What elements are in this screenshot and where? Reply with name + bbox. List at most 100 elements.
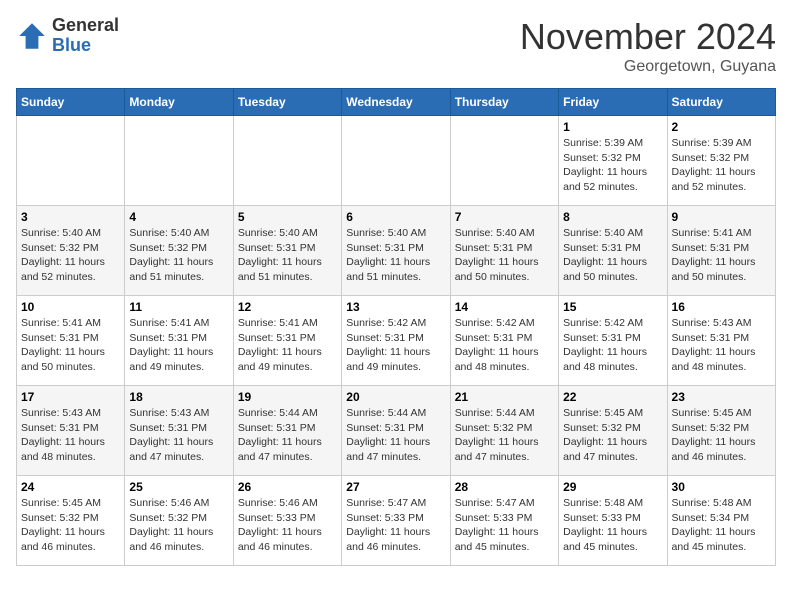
day-number: 26 [238,480,337,494]
day-info: Sunrise: 5:48 AM Sunset: 5:33 PM Dayligh… [563,496,662,555]
calendar-cell: 3Sunrise: 5:40 AM Sunset: 5:32 PM Daylig… [17,206,125,296]
day-number: 6 [346,210,445,224]
calendar-cell: 14 Sunrise: 5:42 AM Sunset: 5:31 PM Dayli… [450,296,558,386]
calendar-body: 1 Sunrise: 5:39 AM Sunset: 5:32 PM Daylig… [17,116,776,566]
day-number: 11 [129,300,228,314]
day-info: Sunrise: 5:40 AM Sunset: 5:31 PM Dayligh… [455,226,554,285]
day-number: 4 [129,210,228,224]
calendar-cell: 15Sunrise: 5:42 AM Sunset: 5:31 PM Dayli… [559,296,667,386]
day-info: Sunrise: 5:46 AM Sunset: 5:32 PM Dayligh… [129,496,228,555]
day-number: 2 [672,120,771,134]
day-number: 25 [129,480,228,494]
day-info: Sunrise: 5:41 AM Sunset: 5:31 PM Dayligh… [21,316,120,375]
day-info: Sunrise: 5:45 AM Sunset: 5:32 PM Dayligh… [21,496,120,555]
day-info: Sunrise: 5:41 AM Sunset: 5:31 PM Dayligh… [672,226,771,285]
day-number: 19 [238,390,337,404]
day-number: 5 [238,210,337,224]
day-number: 24 [21,480,120,494]
calendar-cell: 28 Sunrise: 5:47 AM Sunset: 5:33 PM Dayli… [450,476,558,566]
day-info: Sunrise: 5:42 AM Sunset: 5:31 PM Dayligh… [346,316,445,375]
weekday-header: Tuesday [233,89,341,116]
day-number: 13 [346,300,445,314]
day-number: 18 [129,390,228,404]
day-number: 17 [21,390,120,404]
calendar-cell: 12Sunrise: 5:41 AM Sunset: 5:31 PM Dayli… [233,296,341,386]
day-info: Sunrise: 5:43 AM Sunset: 5:31 PM Dayligh… [129,406,228,465]
day-info: Sunrise: 5:41 AM Sunset: 5:31 PM Dayligh… [129,316,228,375]
day-number: 1 [563,120,662,134]
day-number: 7 [455,210,554,224]
day-number: 20 [346,390,445,404]
calendar-cell [450,116,558,206]
calendar-cell [125,116,233,206]
calendar-cell: 17 Sunrise: 5:43 AM Sunset: 5:31 PM Dayli… [17,386,125,476]
calendar-table: SundayMondayTuesdayWednesdayThursdayFrid… [16,88,776,566]
location: Georgetown, Guyana [520,58,776,76]
calendar-header: SundayMondayTuesdayWednesdayThursdayFrid… [17,89,776,116]
day-number: 14 [455,300,554,314]
calendar-cell: 18 Sunrise: 5:43 AM Sunset: 5:31 PM Dayli… [125,386,233,476]
day-info: Sunrise: 5:44 AM Sunset: 5:32 PM Dayligh… [455,406,554,465]
weekday-header: Sunday [17,89,125,116]
day-number: 21 [455,390,554,404]
day-number: 28 [455,480,554,494]
day-info: Sunrise: 5:39 AM Sunset: 5:32 PM Dayligh… [672,136,771,195]
weekday-header-row: SundayMondayTuesdayWednesdayThursdayFrid… [17,89,776,116]
calendar-cell: 19 Sunrise: 5:44 AM Sunset: 5:31 PM Dayli… [233,386,341,476]
calendar-cell: 9Sunrise: 5:41 AM Sunset: 5:31 PM Daylig… [667,206,775,296]
day-info: Sunrise: 5:45 AM Sunset: 5:32 PM Dayligh… [672,406,771,465]
calendar-cell: 30Sunrise: 5:48 AM Sunset: 5:34 PM Dayli… [667,476,775,566]
calendar-cell [233,116,341,206]
weekday-header: Thursday [450,89,558,116]
day-info: Sunrise: 5:44 AM Sunset: 5:31 PM Dayligh… [346,406,445,465]
day-number: 16 [672,300,771,314]
calendar-cell: 20 Sunrise: 5:44 AM Sunset: 5:31 PM Dayli… [342,386,450,476]
calendar-cell: 23Sunrise: 5:45 AM Sunset: 5:32 PM Dayli… [667,386,775,476]
calendar-cell: 16 Sunrise: 5:43 AM Sunset: 5:31 PM Dayli… [667,296,775,386]
day-number: 3 [21,210,120,224]
calendar-cell [17,116,125,206]
calendar-cell: 6Sunrise: 5:40 AM Sunset: 5:31 PM Daylig… [342,206,450,296]
calendar-cell: 11 Sunrise: 5:41 AM Sunset: 5:31 PM Dayli… [125,296,233,386]
day-number: 29 [563,480,662,494]
day-info: Sunrise: 5:44 AM Sunset: 5:31 PM Dayligh… [238,406,337,465]
logo-text: General Blue [52,16,119,56]
title-area: November 2024 Georgetown, Guyana [520,16,776,76]
day-info: Sunrise: 5:47 AM Sunset: 5:33 PM Dayligh… [455,496,554,555]
day-info: Sunrise: 5:42 AM Sunset: 5:31 PM Dayligh… [455,316,554,375]
calendar-cell: 10Sunrise: 5:41 AM Sunset: 5:31 PM Dayli… [17,296,125,386]
day-info: Sunrise: 5:41 AM Sunset: 5:31 PM Dayligh… [238,316,337,375]
calendar-cell: 25 Sunrise: 5:46 AM Sunset: 5:32 PM Dayli… [125,476,233,566]
calendar-cell: 7 Sunrise: 5:40 AM Sunset: 5:31 PM Daylig… [450,206,558,296]
weekday-header: Friday [559,89,667,116]
calendar-cell: 27 Sunrise: 5:47 AM Sunset: 5:33 PM Dayli… [342,476,450,566]
calendar-cell: 1 Sunrise: 5:39 AM Sunset: 5:32 PM Daylig… [559,116,667,206]
day-info: Sunrise: 5:40 AM Sunset: 5:31 PM Dayligh… [238,226,337,285]
day-number: 22 [563,390,662,404]
calendar-week-row: 17 Sunrise: 5:43 AM Sunset: 5:31 PM Dayli… [17,386,776,476]
calendar-week-row: 3 Sunrise: 5:40 AM Sunset: 5:32 PM Daylig… [17,206,776,296]
page-header: General Blue November 2024 Georgetown, G… [16,16,776,76]
calendar-cell: 13 Sunrise: 5:42 AM Sunset: 5:31 PM Dayli… [342,296,450,386]
calendar-cell: 21 Sunrise: 5:44 AM Sunset: 5:32 PM Dayli… [450,386,558,476]
logo-icon [16,20,48,52]
logo: General Blue [16,16,119,56]
day-info: Sunrise: 5:43 AM Sunset: 5:31 PM Dayligh… [672,316,771,375]
day-info: Sunrise: 5:47 AM Sunset: 5:33 PM Dayligh… [346,496,445,555]
calendar-cell: 24 Sunrise: 5:45 AM Sunset: 5:32 PM Dayli… [17,476,125,566]
day-info: Sunrise: 5:40 AM Sunset: 5:32 PM Dayligh… [129,226,228,285]
calendar-week-row: 24 Sunrise: 5:45 AM Sunset: 5:32 PM Dayli… [17,476,776,566]
day-info: Sunrise: 5:43 AM Sunset: 5:31 PM Dayligh… [21,406,120,465]
day-number: 30 [672,480,771,494]
day-info: Sunrise: 5:45 AM Sunset: 5:32 PM Dayligh… [563,406,662,465]
weekday-header: Saturday [667,89,775,116]
day-info: Sunrise: 5:39 AM Sunset: 5:32 PM Dayligh… [563,136,662,195]
calendar-cell: 29 Sunrise: 5:48 AM Sunset: 5:33 PM Dayli… [559,476,667,566]
calendar-cell: 4 Sunrise: 5:40 AM Sunset: 5:32 PM Daylig… [125,206,233,296]
day-number: 8 [563,210,662,224]
day-number: 27 [346,480,445,494]
calendar-cell: 2 Sunrise: 5:39 AM Sunset: 5:32 PM Daylig… [667,116,775,206]
calendar-cell [342,116,450,206]
calendar-week-row: 10Sunrise: 5:41 AM Sunset: 5:31 PM Dayli… [17,296,776,386]
calendar-cell: 5 Sunrise: 5:40 AM Sunset: 5:31 PM Daylig… [233,206,341,296]
